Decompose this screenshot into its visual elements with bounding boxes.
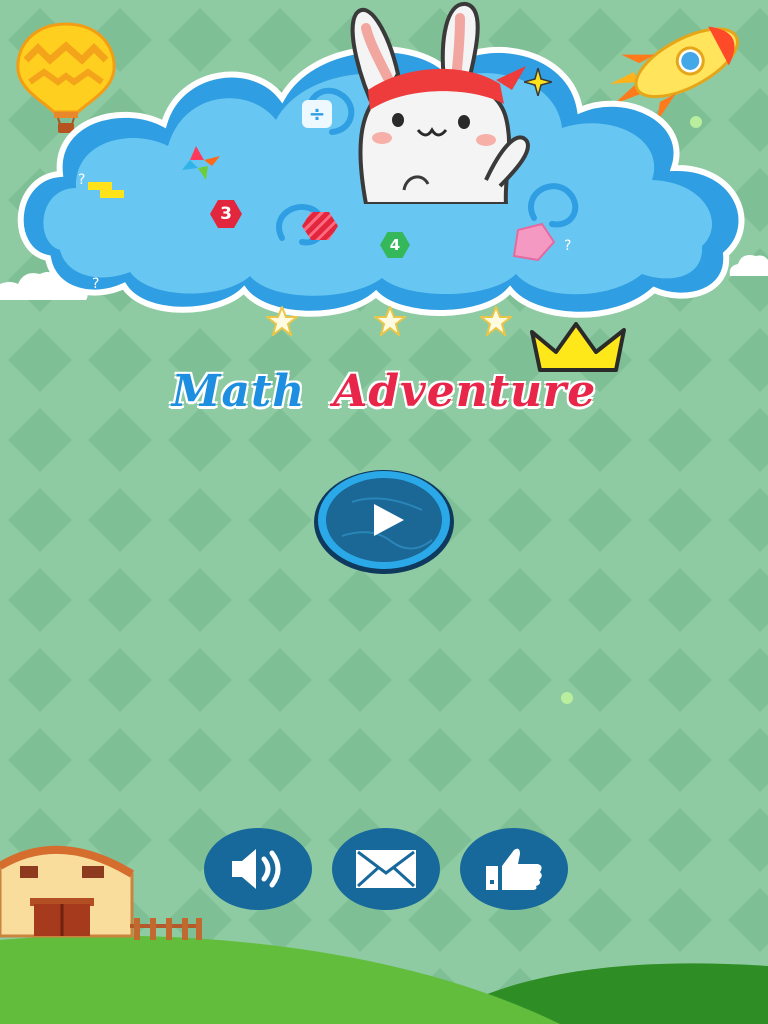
star-icon-1 bbox=[266, 306, 298, 336]
play-button[interactable] bbox=[312, 466, 456, 576]
bunny-mascot bbox=[350, 2, 530, 204]
wooden-fence bbox=[130, 918, 202, 940]
badge-3-label: 3 bbox=[220, 204, 232, 224]
division-sign: ÷ bbox=[308, 102, 326, 126]
thumbs-up-icon bbox=[486, 848, 542, 890]
envelope-icon bbox=[356, 850, 416, 888]
mail-button[interactable] bbox=[332, 828, 440, 910]
badge-4-label: 4 bbox=[389, 236, 401, 254]
svg-text:?: ? bbox=[564, 238, 571, 254]
sound-button[interactable] bbox=[204, 828, 312, 910]
star-icon-3 bbox=[480, 306, 512, 336]
title-adventure: Adventure bbox=[333, 366, 597, 417]
title-math: Math bbox=[171, 366, 306, 417]
sparkle-icon bbox=[524, 68, 552, 96]
svg-text:?: ? bbox=[78, 172, 85, 188]
speaker-icon bbox=[232, 849, 281, 889]
game-title: Math Adventure bbox=[0, 366, 768, 417]
barn-house bbox=[0, 845, 135, 938]
star-icon-2 bbox=[374, 306, 406, 336]
like-button[interactable] bbox=[460, 828, 568, 910]
division-sign-badge: ÷ bbox=[302, 100, 332, 128]
svg-text:?: ? bbox=[92, 276, 99, 292]
play-icon bbox=[314, 470, 454, 574]
